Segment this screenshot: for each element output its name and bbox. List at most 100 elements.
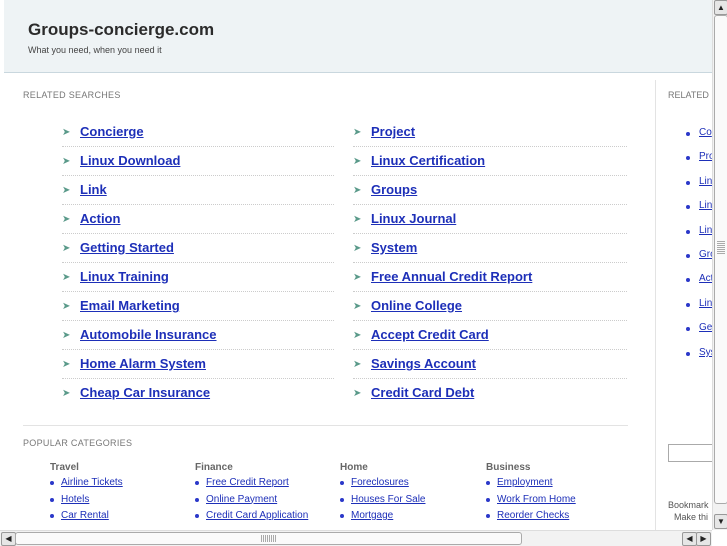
horizontal-scrollbar[interactable]: ◀ ◀ ▶ xyxy=(0,530,712,546)
category-link[interactable]: Free Credit Report xyxy=(206,477,289,488)
related-link[interactable]: Link xyxy=(80,182,107,197)
bullet-icon xyxy=(50,514,54,518)
related-link[interactable]: Linux Certification xyxy=(371,153,485,168)
bullet-icon xyxy=(486,481,490,485)
related-searches-heading: RELATED SEARCHES xyxy=(23,90,121,100)
bullet-icon xyxy=(686,181,690,185)
bullet-icon xyxy=(195,481,199,485)
list-item: ➤ Project xyxy=(353,117,627,147)
related-link[interactable]: Accept Credit Card xyxy=(371,327,489,342)
category-link[interactable]: Foreclosures xyxy=(351,477,409,488)
arrow-right-icon: ➤ xyxy=(353,272,362,283)
arrow-right-icon: ➤ xyxy=(353,301,362,312)
category-link[interactable]: Online Payment xyxy=(206,494,277,505)
category-link[interactable]: Hotels xyxy=(61,494,89,505)
related-link[interactable]: Getting Started xyxy=(80,240,174,255)
sidebar-link[interactable]: Lin xyxy=(699,200,712,211)
arrow-right-icon: ➤ xyxy=(353,214,362,225)
list-item: ➤ Concierge xyxy=(62,117,334,147)
list-item: Reorder Checks xyxy=(486,510,626,527)
related-link[interactable]: Groups xyxy=(371,182,417,197)
sidebar-link[interactable]: Pro xyxy=(699,151,713,162)
bullet-icon xyxy=(686,352,690,356)
list-item: Hotels xyxy=(50,494,190,511)
tagline: What you need, when you need it xyxy=(28,45,162,55)
arrow-right-icon: ➤ xyxy=(62,388,71,399)
scroll-left-icon[interactable]: ◀ xyxy=(1,532,16,546)
bookmark-line: Bookmark xyxy=(668,500,709,510)
related-link[interactable]: Online College xyxy=(371,298,462,313)
sidebar-link[interactable]: Gro xyxy=(699,249,713,260)
related-link[interactable]: Linux Journal xyxy=(371,211,456,226)
arrow-right-icon: ➤ xyxy=(62,127,71,138)
scroll-down-icon[interactable]: ▼ xyxy=(714,514,727,529)
related-link[interactable]: Project xyxy=(371,124,415,139)
arrow-right-icon: ➤ xyxy=(353,156,362,167)
bullet-icon xyxy=(340,481,344,485)
related-link[interactable]: Automobile Insurance xyxy=(80,327,217,342)
arrow-right-icon: ➤ xyxy=(353,243,362,254)
related-link[interactable]: Savings Account xyxy=(371,356,476,371)
list-item: ➤ Free Annual Credit Report xyxy=(353,262,627,292)
category-link[interactable]: Work From Home xyxy=(497,494,576,505)
category-link[interactable]: Airline Tickets xyxy=(61,477,123,488)
sidebar-link[interactable]: Lin xyxy=(699,298,712,309)
category-link[interactable]: Car Rental xyxy=(61,510,109,521)
category-link[interactable]: Reorder Checks xyxy=(497,510,569,521)
grip-icon xyxy=(260,535,276,542)
category-column-business: Business Employment Work From Home Reord… xyxy=(486,462,626,527)
category-title: Business xyxy=(486,462,531,473)
related-link[interactable]: Concierge xyxy=(80,124,144,139)
arrow-right-icon: ➤ xyxy=(62,214,71,225)
arrow-right-icon: ➤ xyxy=(353,388,362,399)
scroll-up-icon[interactable]: ▲ xyxy=(714,0,727,15)
related-link[interactable]: System xyxy=(371,240,417,255)
horizontal-scroll-thumb[interactable] xyxy=(15,532,522,545)
arrow-right-icon: ➤ xyxy=(62,359,71,370)
category-link[interactable]: Mortgage xyxy=(351,510,393,521)
sidebar-link[interactable]: Co xyxy=(699,127,712,138)
list-item: Online Payment xyxy=(195,494,335,511)
list-item: ➤ Email Marketing xyxy=(62,291,334,321)
arrow-right-icon: ➤ xyxy=(62,272,71,283)
bullet-icon xyxy=(686,132,690,136)
vertical-scrollbar[interactable]: ▲ ▼ xyxy=(712,0,727,530)
related-link[interactable]: Email Marketing xyxy=(80,298,180,313)
related-link[interactable]: Free Annual Credit Report xyxy=(371,269,532,284)
related-link[interactable]: Linux Training xyxy=(80,269,169,284)
section-divider xyxy=(23,425,628,426)
list-item: ➤ Online College xyxy=(353,291,627,321)
sidebar-link[interactable]: Lin xyxy=(699,225,712,236)
sidebar-link[interactable]: Ge xyxy=(699,322,712,333)
related-link[interactable]: Linux Download xyxy=(80,153,180,168)
arrow-right-icon: ➤ xyxy=(353,330,362,341)
bullet-icon xyxy=(686,230,690,234)
related-link[interactable]: Action xyxy=(80,211,120,226)
bullet-icon xyxy=(195,514,199,518)
scroll-left-icon[interactable]: ◀ xyxy=(682,532,697,546)
sidebar-link[interactable]: Act xyxy=(699,273,713,284)
arrow-right-icon: ➤ xyxy=(62,243,71,254)
list-item: Houses For Sale xyxy=(340,494,480,511)
related-link[interactable]: Home Alarm System xyxy=(80,356,206,371)
sidebar-link[interactable]: Sys xyxy=(699,347,713,358)
bullet-icon xyxy=(686,303,690,307)
sidebar-link[interactable]: Lin xyxy=(699,176,712,187)
vertical-scroll-thumb[interactable] xyxy=(714,15,727,504)
arrow-right-icon: ➤ xyxy=(62,156,71,167)
bookmark-text[interactable]: Bookmark Make thi xyxy=(668,499,709,523)
site-title[interactable]: Groups-concierge.com xyxy=(28,20,214,40)
category-link[interactable]: Credit Card Application xyxy=(206,510,308,521)
list-item: ➤ Cheap Car Insurance xyxy=(62,378,334,407)
scroll-right-icon[interactable]: ▶ xyxy=(696,532,711,546)
sidebar: RELATED Co Pro Lin Lin Lin Gro Act Lin G… xyxy=(655,80,713,530)
list-item: Airline Tickets xyxy=(50,477,190,494)
related-link[interactable]: Credit Card Debt xyxy=(371,385,474,400)
sidebar-search-input[interactable] xyxy=(668,444,713,462)
category-link[interactable]: Employment xyxy=(497,477,553,488)
related-link[interactable]: Cheap Car Insurance xyxy=(80,385,210,400)
category-link[interactable]: Houses For Sale xyxy=(351,494,425,505)
main-content: RELATED SEARCHES ➤ Concierge ➤ Linux Downl… xyxy=(4,80,654,530)
arrow-right-icon: ➤ xyxy=(353,127,362,138)
arrow-right-icon: ➤ xyxy=(62,330,71,341)
